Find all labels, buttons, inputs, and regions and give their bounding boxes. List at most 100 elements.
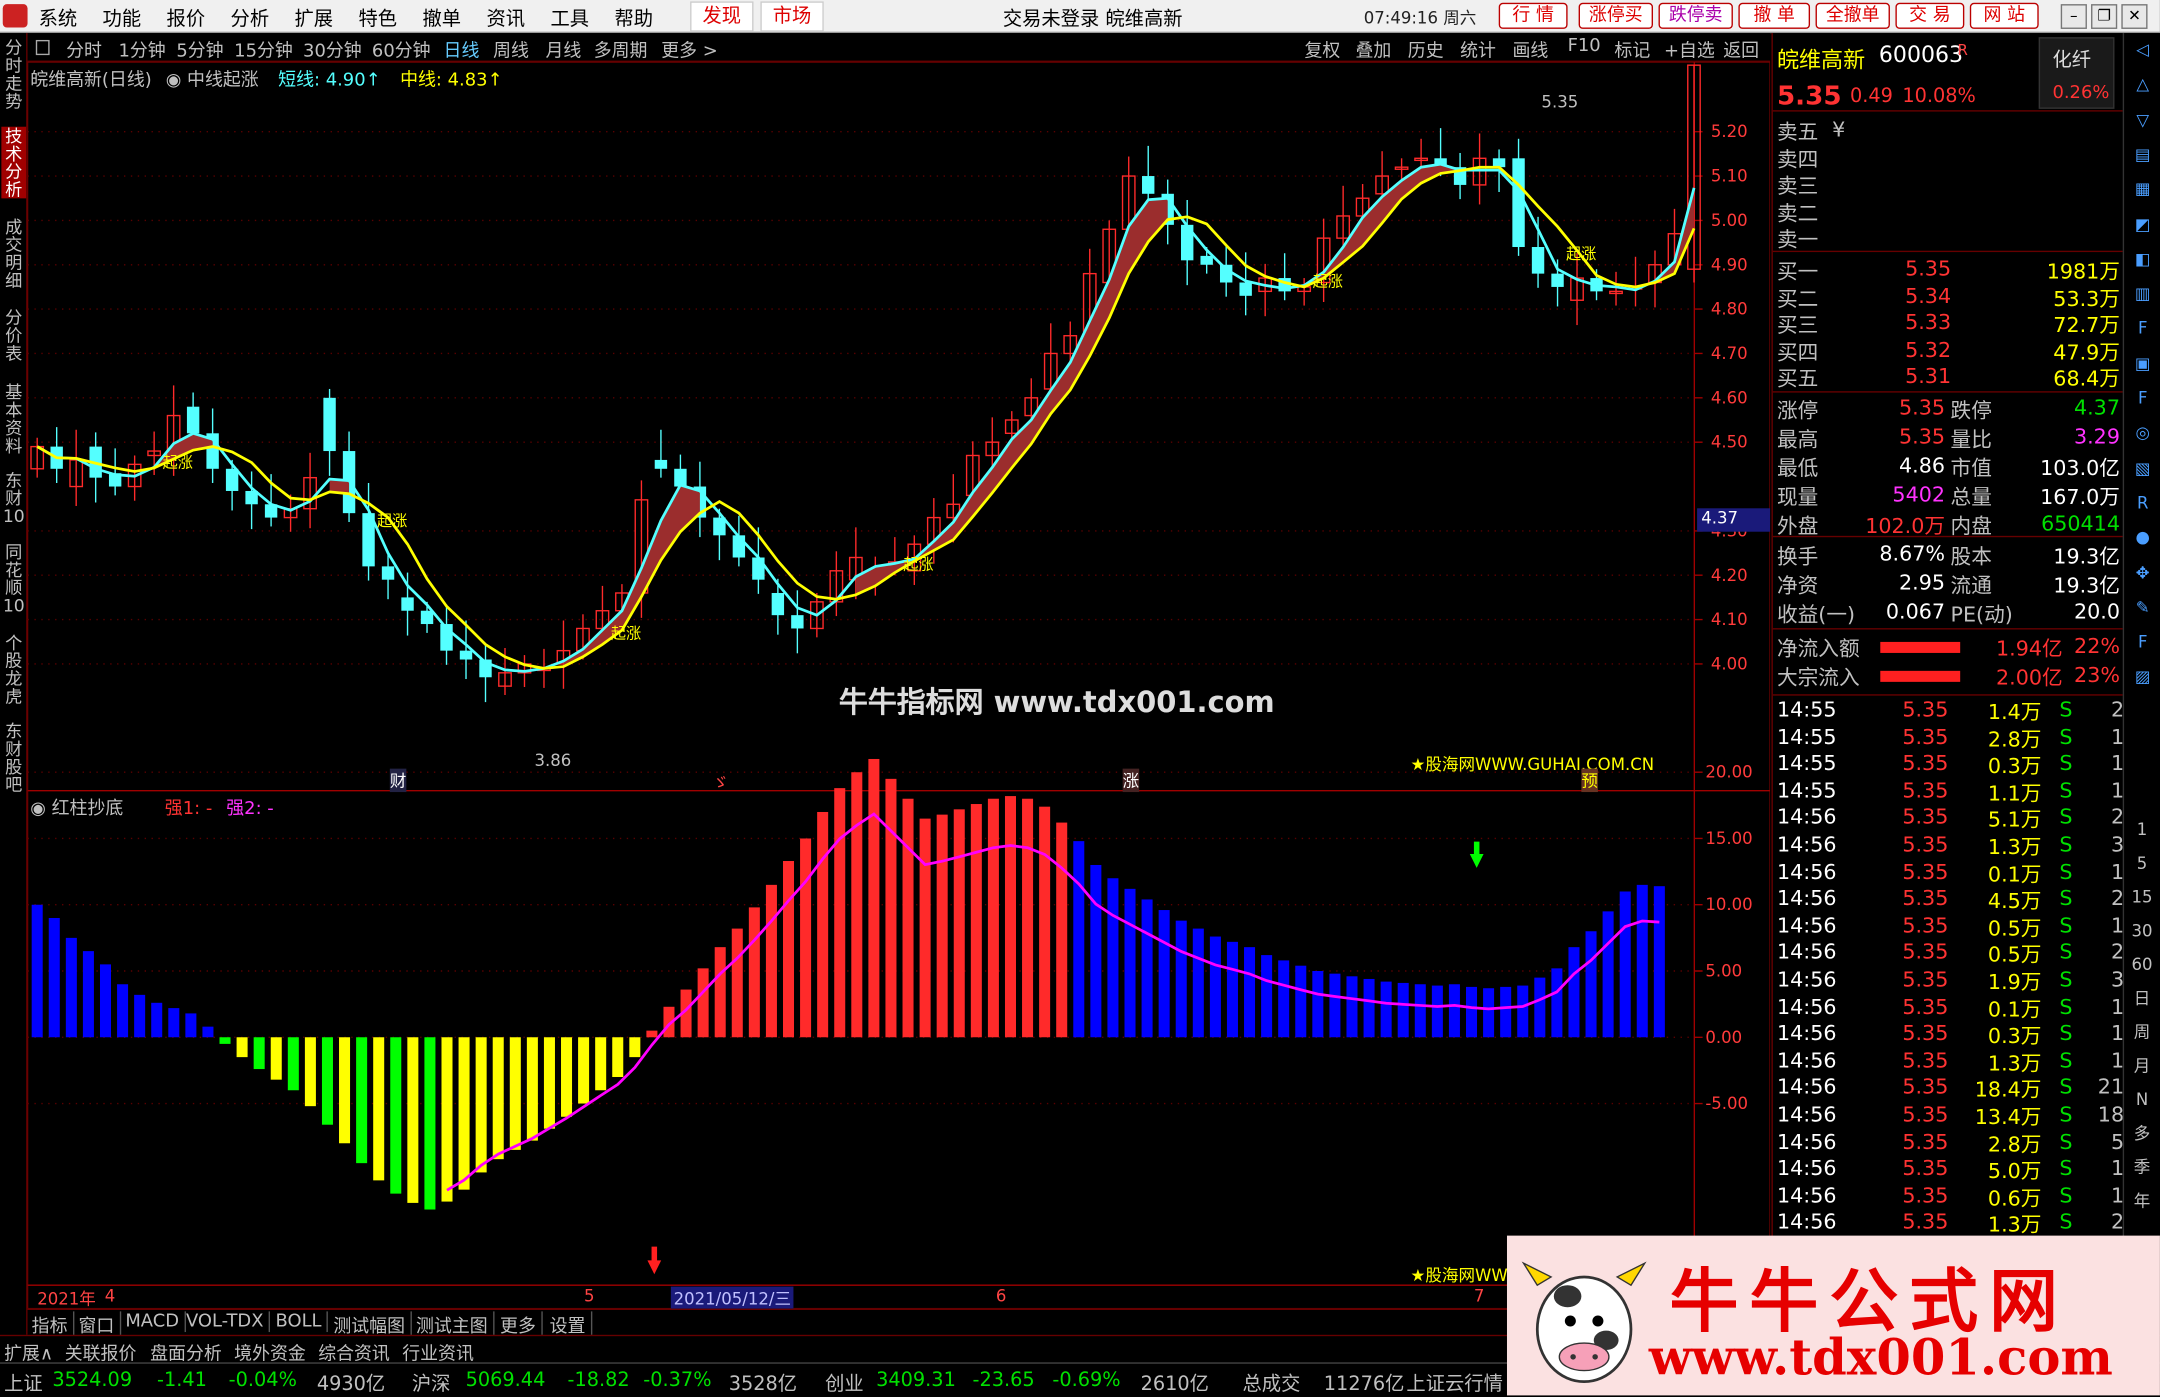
limit-up-buy-button[interactable]: 涨停买	[1578, 2, 1654, 29]
grid-icon[interactable]: ▦	[2131, 178, 2154, 201]
discover-button[interactable]: 发现	[690, 1, 754, 32]
trade-button[interactable]: 交 易	[1895, 2, 1965, 29]
btn-statistics[interactable]: 统计	[1460, 36, 1496, 62]
period-shortcut-7[interactable]: 月	[2130, 1054, 2155, 1077]
menu-item-system[interactable]: 系统	[39, 8, 78, 30]
period-shortcut-9[interactable]: 多	[2130, 1122, 2155, 1145]
quote-icon[interactable]: ▤	[2131, 143, 2154, 166]
event-marker-finance[interactable]: 财	[389, 768, 407, 793]
menu-item-cancel[interactable]: 撤单	[423, 8, 462, 30]
btn-mark[interactable]: 标记	[1614, 36, 1650, 62]
banner-url[interactable]: www.tdx001.com	[1649, 1329, 2113, 1387]
period-shortcut-10[interactable]: 季	[2130, 1156, 2155, 1179]
period-shortcut-8[interactable]: N	[2130, 1088, 2155, 1111]
minimize-icon[interactable]: –	[2060, 4, 2087, 29]
circle-icon[interactable]: ◎	[2131, 422, 2154, 445]
period-5min[interactable]: 5分钟	[176, 36, 223, 62]
arrow-down-icon[interactable]: ▽	[2131, 108, 2154, 131]
table-icon[interactable]: ▧	[2131, 457, 2154, 480]
tab-tonghuashun[interactable]: 同花顺10	[1, 543, 26, 615]
period-shortcut-11[interactable]: 年	[2130, 1189, 2155, 1212]
period-multi[interactable]: 多周期	[594, 36, 648, 62]
candle-icon[interactable]: ◧	[2131, 248, 2154, 271]
btn-restore-rights[interactable]: 复权	[1304, 36, 1340, 62]
tab-timeshare[interactable]: 分时走势	[1, 39, 26, 111]
menu-item-tools[interactable]: 工具	[550, 8, 589, 30]
tab-extend[interactable]: 扩展∧	[4, 1339, 53, 1365]
period-shortcut-1[interactable]: 5	[2130, 852, 2155, 875]
period-shortcut-3[interactable]: 30	[2130, 919, 2155, 942]
period-weekly[interactable]: 周线	[493, 36, 529, 62]
event-marker-ge[interactable]: ゞ	[712, 770, 729, 793]
indicator-name[interactable]: 中线起涨	[187, 70, 259, 91]
market-button[interactable]: 市场	[760, 1, 824, 32]
tab-boll[interactable]: BOLL	[276, 1311, 329, 1333]
tab-macd[interactable]: MACD	[125, 1311, 186, 1333]
period-shortcut-6[interactable]: 周	[2130, 1021, 2155, 1044]
tab-price-table[interactable]: 分价表	[1, 309, 26, 363]
panel-toggle-icon[interactable]	[35, 39, 50, 56]
f5-icon[interactable]: F	[2131, 631, 2154, 654]
restore-icon[interactable]: ❐	[2091, 4, 2118, 29]
indicator-toggle-icon[interactable]: ◉	[166, 70, 182, 91]
period-15min[interactable]: 15分钟	[234, 36, 293, 62]
btn-history[interactable]: 历史	[1408, 36, 1444, 62]
sub-indicator-name[interactable]: 红柱抄底	[52, 799, 124, 820]
quote-button[interactable]: 行 情	[1498, 2, 1568, 29]
tab-eastmoney[interactable]: 东财10	[1, 471, 26, 525]
cancel-all-button[interactable]: 全撤单	[1815, 2, 1890, 29]
menu-item-quote[interactable]: 报价	[167, 8, 206, 30]
rsi-icon[interactable]: R	[2131, 492, 2154, 515]
news-ticker[interactable]: 上证云行情	[1406, 1369, 1502, 1397]
tab-market-analysis[interactable]: 盘面分析	[150, 1339, 222, 1365]
sh-index-label[interactable]: 上证	[4, 1369, 43, 1397]
tab-indicator[interactable]: 指标	[32, 1311, 75, 1338]
period-timeshare[interactable]: 分时	[66, 36, 102, 62]
arrow-up-icon[interactable]: △	[2131, 73, 2154, 96]
menu-item-extend[interactable]: 扩展	[295, 8, 334, 30]
bell-icon[interactable]: ●	[2131, 526, 2154, 549]
cy-index-label[interactable]: 创业	[825, 1369, 864, 1397]
tab-test-sub[interactable]: 测试幅图	[333, 1311, 412, 1338]
hs-index-label[interactable]: 沪深	[412, 1369, 451, 1397]
website-button[interactable]: 网 站	[1969, 2, 2039, 29]
pen-icon[interactable]: ✎	[2131, 596, 2154, 619]
period-daily[interactable]: 日线	[444, 36, 480, 62]
btn-f10[interactable]: F10	[1568, 36, 1601, 57]
menu-item-news[interactable]: 资讯	[486, 8, 525, 30]
tab-window[interactable]: 窗口	[79, 1311, 122, 1338]
tab-general-news[interactable]: 综合资讯	[318, 1339, 390, 1365]
period-shortcut-2[interactable]: 15	[2130, 886, 2155, 909]
tab-basic-info[interactable]: 基本资料	[1, 383, 26, 455]
period-60min[interactable]: 60分钟	[372, 36, 431, 62]
tab-deal-detail[interactable]: 成交明细	[1, 218, 26, 290]
period-shortcut-5[interactable]: 日	[2130, 987, 2155, 1010]
tab-industry-news[interactable]: 行业资讯	[402, 1339, 474, 1365]
tab-test-main[interactable]: 测试主图	[416, 1311, 495, 1338]
period-30min[interactable]: 30分钟	[303, 36, 362, 62]
chart-icon[interactable]: ◩	[2131, 213, 2154, 236]
fz-icon[interactable]: F	[2131, 387, 2154, 410]
event-marker-forecast[interactable]: 预	[1581, 768, 1598, 793]
btn-back[interactable]: 返回	[1723, 36, 1759, 62]
tab-vol-tdx[interactable]: VOL-TDX	[186, 1311, 271, 1333]
btn-add-favorite[interactable]: +自选	[1664, 36, 1715, 62]
tab-technical[interactable]: 技术分析	[1, 127, 27, 199]
menu-item-analysis[interactable]: 分析	[231, 8, 270, 30]
menu-item-feature[interactable]: 特色	[359, 8, 398, 30]
period-1min[interactable]: 1分钟	[118, 36, 165, 62]
cancel-order-button[interactable]: 撤 单	[1738, 2, 1811, 29]
f10-icon[interactable]: F	[2131, 317, 2154, 340]
close-icon[interactable]: ✕	[2121, 4, 2148, 29]
period-shortcut-0[interactable]: 1	[2130, 818, 2155, 841]
tab-dragon-tiger[interactable]: 个股龙虎	[1, 634, 26, 706]
limit-down-sell-button[interactable]: 跌停卖	[1658, 2, 1733, 29]
tab-foreign-capital[interactable]: 境外资金	[234, 1339, 306, 1365]
sub-indicator-toggle-icon[interactable]: ◉	[30, 799, 46, 820]
event-marker-limit-up[interactable]: 涨	[1122, 768, 1140, 793]
menu-item-help[interactable]: 帮助	[614, 8, 653, 30]
period-monthly[interactable]: 月线	[545, 36, 581, 62]
period-shortcut-4[interactable]: 60	[2130, 953, 2155, 976]
tab-settings[interactable]: 设置	[550, 1311, 593, 1338]
tab-more[interactable]: 更多	[500, 1311, 543, 1338]
